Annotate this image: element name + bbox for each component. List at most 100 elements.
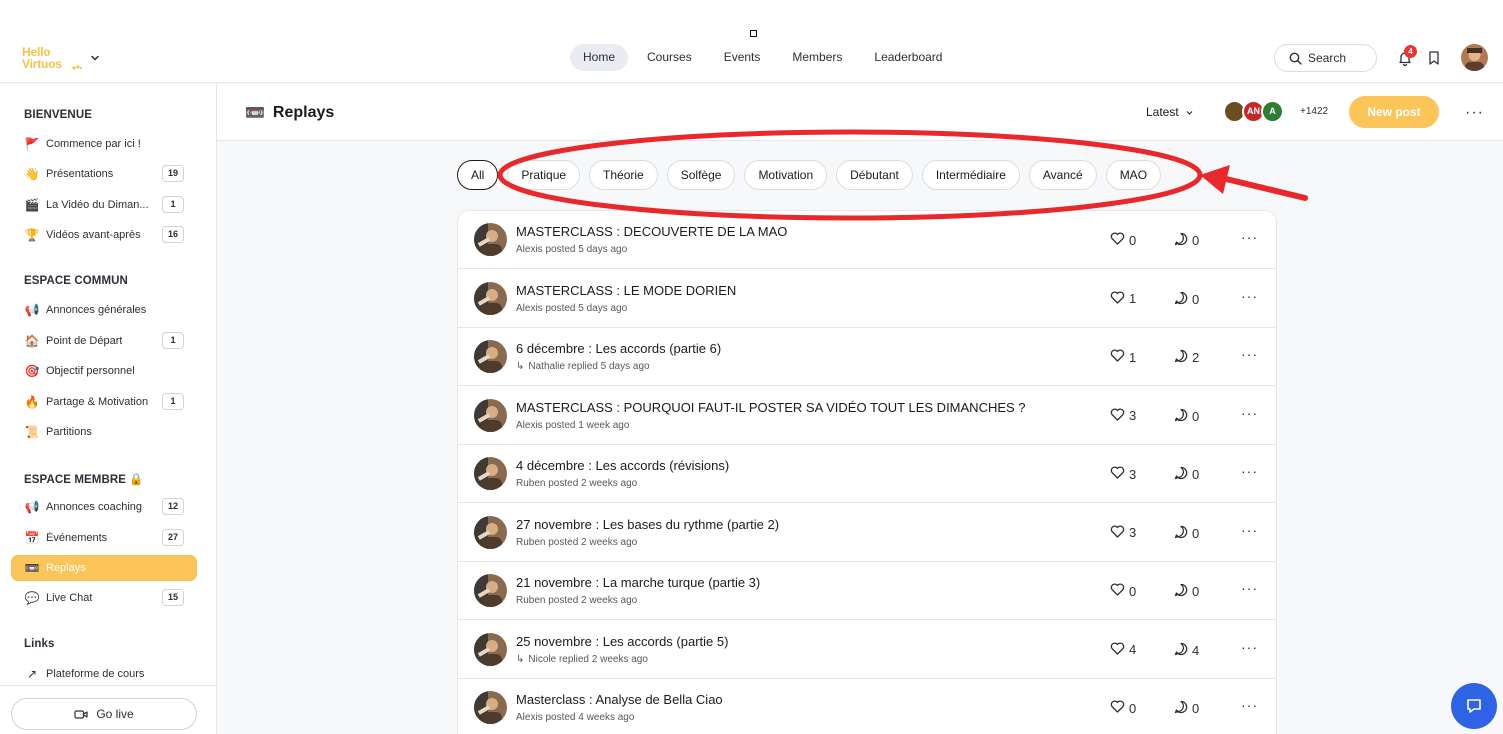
post-options-icon[interactable]: ··· (1241, 639, 1258, 655)
chat-button[interactable] (1451, 683, 1497, 729)
new-post-button[interactable]: New post (1349, 96, 1439, 128)
sidebar-item[interactable]: 🎯 Objectif personnel (11, 358, 197, 384)
post-row[interactable]: 25 novembre : Les accords (partie 5) ↳ Nic… (458, 621, 1276, 679)
post-options-icon[interactable]: ··· (1241, 580, 1258, 596)
sidebar-item-label: Commence par ici ! (46, 138, 141, 150)
comment-button[interactable]: 2 (1174, 349, 1199, 366)
sidebar-item[interactable]: 💬 Live Chat 15 (11, 585, 197, 611)
filter-chip[interactable]: MAO (1105, 160, 1162, 190)
sidebar-section-title: Links (24, 638, 55, 650)
author-avatar[interactable] (474, 691, 507, 724)
post-title[interactable]: 4 décembre : Les accords (révisions) (516, 458, 729, 473)
post-title[interactable]: MASTERCLASS : DECOUVERTE DE LA MAO (516, 224, 787, 239)
post-title[interactable]: 6 décembre : Les accords (partie 6) (516, 341, 721, 356)
filter-chip[interactable]: Intermédiaire (921, 160, 1020, 190)
post-title[interactable]: 27 novembre : Les bases du rythme (parti… (516, 517, 779, 532)
post-title[interactable]: MASTERCLASS : LE MODE DORIEN (516, 283, 736, 298)
post-title[interactable]: Masterclass : Analyse de Bella Ciao (516, 692, 723, 707)
comment-button[interactable]: 0 (1174, 700, 1199, 717)
post-options-icon[interactable]: ··· (1241, 229, 1258, 245)
post-options-icon[interactable]: ··· (1241, 405, 1258, 421)
sidebar-item[interactable]: 👋 Présentations 19 (11, 161, 197, 187)
member-count: +1422 (1300, 106, 1329, 117)
like-button[interactable]: 0 (1110, 700, 1136, 716)
post-options-icon[interactable]: ··· (1241, 346, 1258, 362)
nav-home[interactable]: Home (570, 44, 629, 71)
member-avatars[interactable]: AN A (1223, 100, 1284, 123)
sidebar-item[interactable]: 🏆 Vidéos avant-après 16 (11, 222, 197, 248)
comment-button[interactable]: 4 (1174, 642, 1199, 659)
post-row[interactable]: MASTERCLASS : POURQUOI FAUT-IL POSTER SA… (458, 387, 1276, 445)
nav-members[interactable]: Members (779, 44, 855, 71)
post-row[interactable]: MASTERCLASS : LE MODE DORIEN Alexis poste… (458, 270, 1276, 328)
nav-courses[interactable]: Courses (634, 44, 705, 71)
more-options-icon[interactable]: ··· (1465, 104, 1484, 122)
filter-chip[interactable]: Pratique (507, 160, 581, 190)
like-button[interactable]: 3 (1110, 466, 1136, 482)
sort-dropdown[interactable]: Latest (1146, 105, 1194, 119)
comment-button[interactable]: 0 (1174, 408, 1199, 425)
filter-chip[interactable]: Motivation (744, 160, 828, 190)
post-title[interactable]: 21 novembre : La marche turque (partie 3… (516, 575, 760, 590)
user-avatar[interactable] (1461, 44, 1488, 71)
sidebar-item[interactable]: 🚩 Commence par ici ! (11, 131, 197, 157)
sidebar-item-icon: 💬 (24, 591, 40, 605)
post-row[interactable]: 4 décembre : Les accords (révisions) Rube… (458, 445, 1276, 503)
sidebar-item[interactable]: 📢 Annonces coaching 12 (11, 494, 197, 520)
post-row[interactable]: Masterclass : Analyse de Bella Ciao Alexi… (458, 679, 1276, 734)
search-button[interactable]: Search (1274, 44, 1377, 72)
sidebar-item[interactable]: 🎬 La Vidéo du Diman... 1 (11, 192, 197, 218)
author-avatar[interactable] (474, 515, 507, 549)
comment-button[interactable]: 0 (1174, 466, 1199, 483)
sidebar-item[interactable]: 🏠 Point de Départ 1 (11, 328, 197, 354)
like-button[interactable]: 1 (1110, 349, 1136, 365)
author-avatar[interactable] (474, 398, 507, 432)
author-avatar[interactable] (474, 574, 507, 607)
like-button[interactable]: 4 (1110, 641, 1136, 658)
comment-button[interactable]: 0 (1174, 525, 1199, 542)
filter-chip[interactable]: All (457, 160, 499, 190)
like-button[interactable]: 3 (1110, 407, 1136, 424)
author-avatar[interactable] (474, 223, 507, 256)
filter-chip[interactable]: Solfège (666, 160, 736, 190)
nav-events[interactable]: Events (711, 44, 774, 71)
comment-button[interactable]: 0 (1174, 291, 1199, 308)
chevron-down-icon[interactable] (89, 52, 101, 64)
sidebar-item[interactable]: 🔥 Partage & Motivation 1 (11, 389, 197, 415)
filter-chip[interactable]: Avancé (1028, 160, 1097, 190)
author-avatar[interactable] (474, 632, 507, 666)
sidebar-item[interactable]: 📜 Partitions (11, 419, 197, 445)
post-options-icon[interactable]: ··· (1241, 697, 1258, 713)
author-avatar[interactable] (474, 340, 507, 373)
nav-leaderboard[interactable]: Leaderboard (861, 44, 955, 71)
post-row[interactable]: MASTERCLASS : DECOUVERTE DE LA MAO Alexis… (458, 211, 1276, 269)
comment-button[interactable]: 0 (1174, 232, 1199, 249)
author-avatar[interactable] (474, 281, 507, 315)
post-options-icon[interactable]: ··· (1241, 463, 1258, 479)
comment-button[interactable]: 0 (1174, 583, 1199, 600)
post-options-icon[interactable]: ··· (1241, 288, 1258, 304)
like-button[interactable]: 0 (1110, 583, 1136, 599)
filter-chip[interactable]: Débutant (836, 160, 913, 190)
bookmark-icon[interactable] (1427, 50, 1441, 66)
sidebar-item[interactable]: 📢 Annonces générales (11, 297, 197, 323)
sidebar-item[interactable]: ↗ Plateforme de cours (11, 661, 197, 687)
like-button[interactable]: 3 (1110, 524, 1136, 541)
like-button[interactable]: 1 (1110, 290, 1136, 307)
post-row[interactable]: 27 novembre : Les bases du rythme (parti… (458, 504, 1276, 562)
filter-chip[interactable]: Théorie (589, 160, 658, 190)
post-title[interactable]: MASTERCLASS : POURQUOI FAUT-IL POSTER SA… (516, 400, 1026, 415)
community-logo[interactable]: Hello Virtuos (22, 46, 82, 72)
post-row[interactable]: 21 novembre : La marche turque (partie 3… (458, 562, 1276, 620)
sidebar-item[interactable]: 📼 Replays (11, 555, 197, 581)
sidebar-item-label: Vidéos avant-après (46, 229, 141, 241)
post-options-icon[interactable]: ··· (1241, 522, 1258, 538)
sidebar-item[interactable]: 📅 Événements 27 (11, 525, 197, 551)
like-button[interactable]: 0 (1110, 232, 1136, 248)
sidebar-item-label: Présentations (46, 168, 114, 180)
go-live-button[interactable]: Go live (11, 698, 197, 730)
author-avatar[interactable] (474, 457, 507, 490)
post-row[interactable]: 6 décembre : Les accords (partie 6) ↳ Nath… (458, 328, 1276, 386)
post-title[interactable]: 25 novembre : Les accords (partie 5) (516, 634, 728, 649)
post-meta: ↳ Nathalie replied 5 days ago (516, 361, 650, 372)
